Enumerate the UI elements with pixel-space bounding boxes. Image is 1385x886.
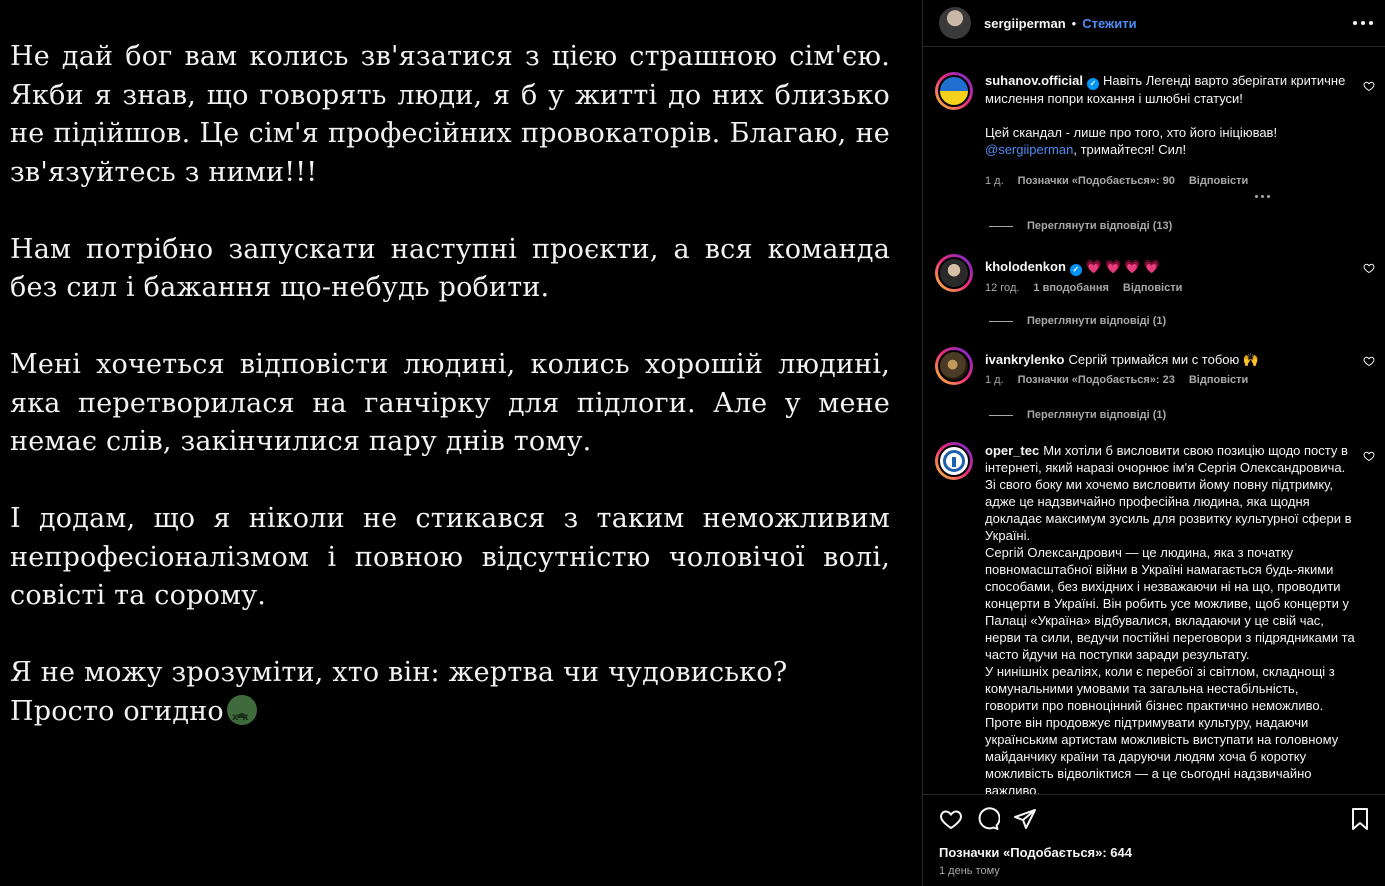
like-comment-heart-icon[interactable]: [1363, 355, 1375, 367]
view-replies-label: Переглянути відповіді (1): [1027, 409, 1167, 421]
save-bookmark-icon[interactable]: [1348, 807, 1372, 831]
comment-text-part: Цей скандал - лише про того, хто його ін…: [985, 125, 1278, 140]
comment-text: suhanov.official ✓ Навіть Легенді варто зб…: [985, 72, 1355, 158]
commenter-username[interactable]: kholodenkon: [985, 259, 1066, 274]
comment-time: 1 д.: [985, 374, 1004, 386]
comment-text-part: У нинішніх реаліях, коли є перебої зі св…: [985, 664, 1335, 713]
view-replies-label: Переглянути відповіді (1): [1027, 315, 1167, 327]
comment-meta: 1 д. Позначки «Подобається»: 23 Відповіс…: [985, 374, 1375, 386]
reply-line: [989, 225, 1013, 227]
avatar: [938, 257, 970, 289]
post-last-line-1: Я не можу зрозуміти, хто він: жертва чи …: [10, 657, 788, 688]
more-icon[interactable]: [1255, 195, 1270, 198]
view-replies-button[interactable]: Переглянути відповіді (1): [989, 315, 1166, 327]
comment-meta: 1 д. Позначки «Подобається»: 90 Відповіс…: [985, 175, 1375, 187]
author-avatar[interactable]: [939, 7, 971, 39]
comment-item: oper_tec Ми хотіли б висловити свою позиц…: [935, 442, 1375, 794]
author-username[interactable]: sergiiperman: [984, 16, 1066, 31]
mention-link[interactable]: @sergiiperman: [985, 142, 1073, 157]
comment-text-part: Ми хотіли б висловити свою позицію щодо …: [985, 443, 1352, 543]
post-time: 1 день тому: [939, 865, 1000, 877]
like-heart-icon[interactable]: [939, 807, 963, 831]
like-comment-heart-icon[interactable]: [1363, 262, 1375, 274]
commenter-avatar-ring[interactable]: [935, 254, 973, 292]
comment-text-part: Сергій Олександрович — це людина, яка з …: [985, 545, 1355, 662]
post-paragraph-2: Нам потрібно запускати наступні проєкти,…: [10, 233, 890, 304]
post-paragraph-4: І додам, що я ніколи не стикався з таким…: [10, 503, 890, 611]
post-likes-count[interactable]: Позначки «Подобається»: 644: [939, 845, 1132, 860]
post-header: sergiiperman • Стежити: [923, 0, 1385, 47]
post-sidebar: sergiiperman • Стежити suhanov.official ✓…: [922, 0, 1385, 886]
header-separator: •: [1071, 15, 1077, 31]
comment-likes[interactable]: Позначки «Подобається»: 23: [1018, 374, 1175, 386]
comment-text: kholodenkon ✓ 💗💗💗💗: [985, 254, 1355, 276]
reply-line: [989, 320, 1013, 322]
like-comment-heart-icon[interactable]: [1363, 80, 1375, 92]
commenter-avatar-ring[interactable]: [935, 72, 973, 110]
post-last-line-2: Просто огидно: [10, 693, 890, 737]
post-actions: Позначки «Подобається»: 644 1 день тому: [923, 794, 1385, 886]
view-replies-label: Переглянути відповіді (13): [1027, 220, 1173, 232]
comment-likes[interactable]: 1 вподобання: [1033, 282, 1108, 294]
post-paragraph-5: Я не можу зрозуміти, хто він: жертва чи …: [10, 654, 890, 737]
reply-button[interactable]: Відповісти: [1189, 175, 1248, 187]
comment-meta: 12 год. 1 вподобання Відповісти: [985, 282, 1375, 294]
comment-text-part: , тримайтеся! Сил!: [1073, 142, 1187, 157]
commenter-username[interactable]: ivankrylenko: [985, 352, 1065, 367]
avatar: [938, 75, 970, 107]
view-replies-button[interactable]: Переглянути відповіді (13): [989, 220, 1172, 232]
share-paper-plane-icon[interactable]: [1013, 807, 1037, 831]
comment-item: suhanov.official ✓ Навіть Легенді варто зб…: [935, 72, 1375, 198]
post-paragraph-1: Не дай бог вам колись зв'язатися з цією …: [10, 41, 890, 188]
commenter-username[interactable]: oper_tec: [985, 443, 1039, 458]
comment-text-part: Сергій тримайся ми с тобою: [1068, 352, 1240, 367]
comment-item: ivankrylenko Сергій тримайся ми с тобою 🙌…: [935, 347, 1375, 386]
avatar: [938, 350, 970, 382]
raising-hands-emoji: 🙌: [1242, 352, 1260, 367]
post-last-line-2-text: Просто огидно: [10, 695, 224, 727]
comment-text: ivankrylenko Сергій тримайся ми с тобою 🙌: [985, 347, 1355, 368]
verified-badge-icon: ✓: [1069, 264, 1082, 276]
comment-item: kholodenkon ✓ 💗💗💗💗 12 год. 1 вподобання Ві…: [935, 254, 1375, 294]
comment-time: 1 д.: [985, 175, 1004, 187]
more-options-icon[interactable]: [1353, 15, 1373, 31]
post-image-text: Не дай бог вам колись зв'язатися з цією …: [10, 38, 890, 737]
pink-hearts-emoji: 💗💗💗💗: [1085, 259, 1163, 274]
reply-button[interactable]: Відповісти: [1189, 374, 1248, 386]
commenter-username[interactable]: suhanov.official: [985, 73, 1083, 88]
post-paragraph-3: Мені хочеться відповісти людині, колись …: [10, 349, 890, 457]
nauseated-face-icon: [226, 694, 257, 737]
comments-list[interactable]: suhanov.official ✓ Навіть Легенді варто зб…: [923, 48, 1385, 794]
avatar: [938, 445, 970, 477]
post-image: Не дай бог вам колись зв'язатися з цією …: [0, 0, 922, 886]
comment-time: 12 год.: [985, 282, 1020, 294]
reply-button[interactable]: Відповісти: [1123, 282, 1182, 294]
commenter-avatar-ring[interactable]: [935, 442, 973, 480]
commenter-avatar-ring[interactable]: [935, 347, 973, 385]
comment-likes[interactable]: Позначки «Подобається»: 90: [1018, 175, 1175, 187]
reply-line: [989, 414, 1013, 416]
view-replies-button[interactable]: Переглянути відповіді (1): [989, 409, 1166, 421]
verified-badge-icon: ✓: [1087, 78, 1099, 90]
comment-text-part: Проте він продовжує підтримувати культур…: [985, 715, 1339, 794]
comment-bubble-icon[interactable]: [976, 807, 1000, 831]
follow-button[interactable]: Стежити: [1082, 16, 1136, 31]
like-comment-heart-icon[interactable]: [1363, 450, 1375, 462]
comment-text: oper_tec Ми хотіли б висловити свою позиц…: [985, 442, 1355, 794]
